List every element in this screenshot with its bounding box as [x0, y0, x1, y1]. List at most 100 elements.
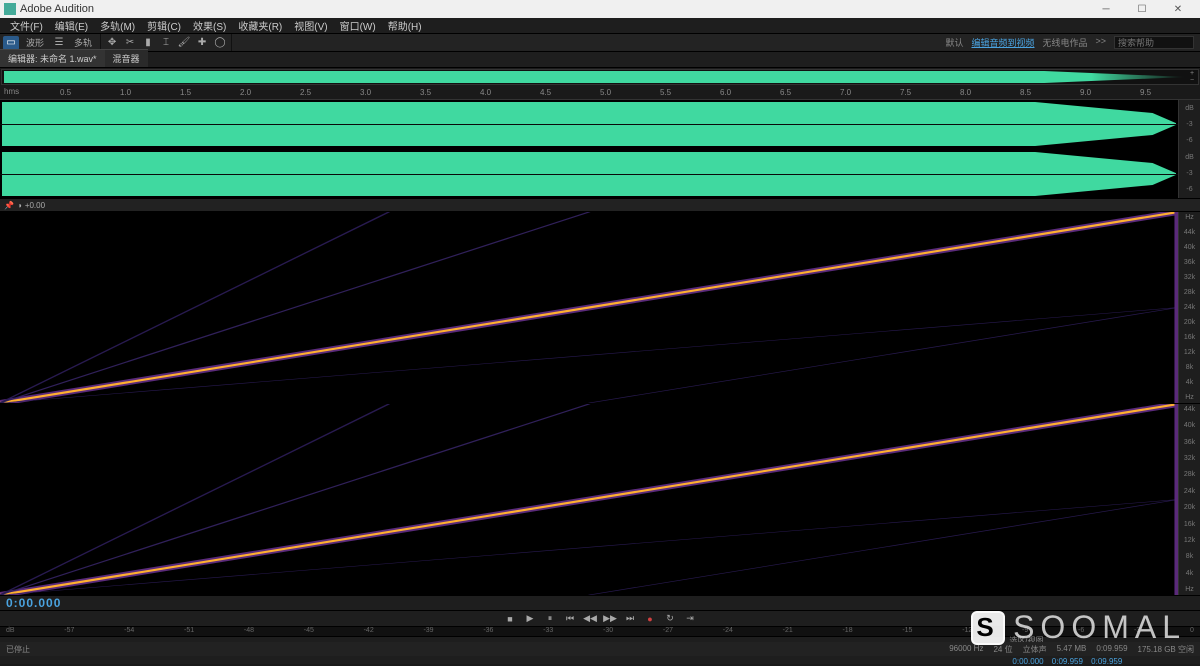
view-waveform-button[interactable]: ▭: [3, 36, 19, 50]
hz-tick: 32k: [1179, 455, 1200, 462]
hz-tick: 20k: [1179, 319, 1200, 326]
hz-tick: 12k: [1179, 537, 1200, 544]
meter-tick: -51: [184, 627, 194, 636]
status-bar: 已停止 96000 Hz 24 位 立体声 5.47 MB 0:09.959 1…: [0, 642, 1200, 656]
hud-power-icon[interactable]: ◑: [17, 201, 22, 210]
status-free: 175.18 GB 空闲: [1138, 644, 1194, 655]
meter-tick: -18: [842, 627, 852, 636]
db-tick: -6: [1179, 186, 1200, 193]
hud-volume[interactable]: +0.00: [25, 201, 45, 210]
workspace-more-icon[interactable]: >>: [1095, 36, 1106, 49]
tool-razor-icon[interactable]: ✂: [122, 36, 138, 50]
meter-tick: 0: [1190, 627, 1194, 636]
tool-time-icon[interactable]: ⌶: [158, 36, 174, 50]
menu-clip[interactable]: 剪辑(C): [141, 18, 187, 33]
overview-zoom-out-icon[interactable]: −: [1186, 77, 1198, 84]
meter-tick: -27: [663, 627, 673, 636]
menu-window[interactable]: 窗口(W): [334, 18, 382, 33]
menu-edit[interactable]: 编辑(E): [49, 18, 94, 33]
tool-move-icon[interactable]: ✥: [104, 36, 120, 50]
meter-tick: -24: [723, 627, 733, 636]
play-button[interactable]: ▶: [522, 612, 538, 626]
menu-help[interactable]: 帮助(H): [382, 18, 428, 33]
hz-tick: 4k: [1179, 379, 1200, 386]
goto-end-button[interactable]: ⏭: [622, 612, 638, 626]
view-end-value[interactable]: 0:09.959: [1052, 657, 1083, 666]
close-button[interactable]: ✕: [1160, 1, 1196, 17]
overview-strip[interactable]: + −: [1, 69, 1199, 85]
workspace-edit-video[interactable]: 编辑音频到视频: [971, 36, 1034, 49]
workspace-radio[interactable]: 无线电作品: [1042, 36, 1087, 49]
menu-favorites[interactable]: 收藏夹(R): [232, 18, 288, 33]
meter-tick: -57: [64, 627, 74, 636]
hz-tick: 28k: [1179, 289, 1200, 296]
hz-tick: 44k: [1179, 229, 1200, 236]
help-search-input[interactable]: [1114, 36, 1194, 49]
menu-multitrack[interactable]: 多轨(M): [94, 18, 141, 33]
hz-tick: 16k: [1179, 521, 1200, 528]
view-dur-value[interactable]: 0:09.959: [1091, 657, 1122, 666]
hz-tick: 8k: [1179, 553, 1200, 560]
tick: 9.0: [1080, 88, 1091, 97]
hz-tick: 20k: [1179, 504, 1200, 511]
view-multitrack-label[interactable]: 多轨: [68, 36, 98, 49]
view-waveform-label[interactable]: 波形: [20, 36, 50, 49]
loop-button[interactable]: ↻: [662, 612, 678, 626]
hud-pin-icon[interactable]: 📌: [4, 201, 14, 210]
tool-heal-icon[interactable]: ✚: [194, 36, 210, 50]
view-multitrack-button[interactable]: ☰: [51, 36, 67, 50]
tick: 5.5: [660, 88, 671, 97]
tab-editor[interactable]: 编辑器: 未命名 1.wav*: [0, 49, 105, 67]
record-button[interactable]: ●: [642, 612, 658, 626]
level-meter[interactable]: dB -57 -54 -51 -48 -45 -42 -39 -36 -33 -…: [0, 626, 1200, 636]
db-tick: -3: [1179, 121, 1200, 128]
tick: 6.0: [720, 88, 731, 97]
db-tick: dB: [1179, 154, 1200, 161]
menu-effects[interactable]: 效果(S): [187, 18, 232, 33]
maximize-button[interactable]: ☐: [1124, 1, 1160, 17]
forward-button[interactable]: ▶▶: [602, 612, 618, 626]
skip-selection-button[interactable]: ⇥: [682, 612, 698, 626]
hz-tick: 16k: [1179, 334, 1200, 341]
menu-file[interactable]: 文件(F): [4, 18, 49, 33]
meter-tick: -54: [124, 627, 134, 636]
menu-bar: 文件(F) 编辑(E) 多轨(M) 剪辑(C) 效果(S) 收藏夹(R) 视图(…: [0, 18, 1200, 34]
amplitude-scale: dB -3 -6 dB -3 -6: [1178, 100, 1200, 198]
tick: 3.0: [360, 88, 371, 97]
view-start-value[interactable]: 0:00.000: [1012, 657, 1043, 666]
hz-tick: 36k: [1179, 259, 1200, 266]
hz-tick: 36k: [1179, 439, 1200, 446]
status-len: 5.47 MB: [1057, 644, 1087, 655]
hz-tick: Hz: [1179, 214, 1200, 221]
hz-tick: 40k: [1179, 422, 1200, 429]
meter-tick: -15: [902, 627, 912, 636]
playhead-time[interactable]: 0:00.000: [6, 596, 61, 610]
stop-button[interactable]: ■: [502, 612, 518, 626]
spectrogram-canvas-right[interactable]: [0, 404, 1178, 595]
workspace-default[interactable]: 默认: [945, 36, 963, 49]
overview-zoom-in-icon[interactable]: +: [1186, 70, 1198, 77]
menu-view[interactable]: 视图(V): [288, 18, 333, 33]
meter-tick: -33: [543, 627, 553, 636]
timeline-ruler[interactable]: hms 0.5 1.0 1.5 2.0 2.5 3.0 3.5 4.0 4.5 …: [0, 86, 1200, 100]
status-stopped: 已停止: [6, 644, 30, 655]
minimize-button[interactable]: ─: [1088, 1, 1124, 17]
rewind-button[interactable]: ◀◀: [582, 612, 598, 626]
pause-button[interactable]: ⏸: [542, 612, 558, 626]
hz-tick: 28k: [1179, 471, 1200, 478]
tool-lasso-icon[interactable]: ◯: [212, 36, 228, 50]
waveform-display[interactable]: [0, 100, 1178, 198]
tick: 5.0: [600, 88, 611, 97]
hz-tick: Hz: [1179, 586, 1200, 593]
hz-tick: 12k: [1179, 349, 1200, 356]
meter-tick: -9: [1022, 627, 1028, 636]
tab-mixer[interactable]: 混音器: [105, 49, 148, 67]
tool-brush-icon[interactable]: 🖌: [176, 36, 192, 50]
tick: 4.5: [540, 88, 551, 97]
spectrogram-canvas-left[interactable]: [0, 212, 1178, 403]
meter-tick: -6: [1078, 627, 1084, 636]
tick: 6.5: [780, 88, 791, 97]
tool-select-icon[interactable]: ▮: [140, 36, 156, 50]
tick: 4.0: [480, 88, 491, 97]
goto-start-button[interactable]: ⏮: [562, 612, 578, 626]
